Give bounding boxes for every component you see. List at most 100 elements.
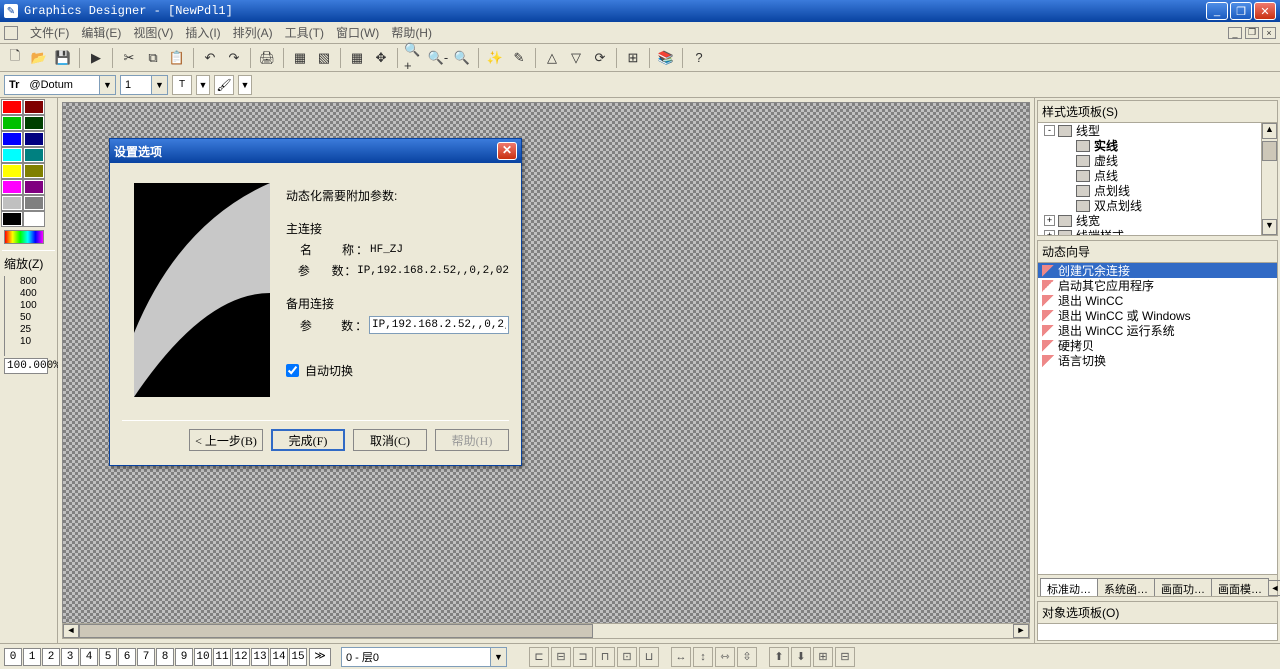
- fontsize-combo[interactable]: 1 ▼: [120, 75, 168, 95]
- wizard-tab[interactable]: 画面模…: [1211, 578, 1269, 596]
- minimize-button[interactable]: _: [1206, 2, 1228, 20]
- fill-color-picker[interactable]: 🖌: [214, 75, 234, 95]
- tree-row[interactable]: +线宽: [1038, 213, 1261, 228]
- dist-h-icon[interactable]: ↔: [671, 647, 691, 667]
- color-swatch[interactable]: [24, 148, 44, 162]
- layer-combo[interactable]: 0 - 层0 ▼: [341, 647, 507, 667]
- layer-tab[interactable]: 13: [251, 648, 269, 666]
- text-color-arrow[interactable]: ▼: [196, 75, 210, 95]
- help-button[interactable]: ?: [688, 47, 710, 69]
- menu-item[interactable]: 编辑(E): [75, 22, 127, 43]
- help-button[interactable]: 帮助(H): [435, 429, 509, 451]
- wizard-tab[interactable]: 系统函…: [1097, 578, 1155, 596]
- wizard-tab[interactable]: 画面功…: [1154, 578, 1212, 596]
- text-color-picker[interactable]: T: [172, 75, 192, 95]
- ungroup-icon[interactable]: ⊟: [835, 647, 855, 667]
- align-middle-icon[interactable]: ⊡: [617, 647, 637, 667]
- restore-button[interactable]: ❐: [1230, 2, 1252, 20]
- tree-row[interactable]: 双点划线: [1038, 198, 1261, 213]
- align-center-h-icon[interactable]: ⊟: [551, 647, 571, 667]
- zoomin-button[interactable]: 🔍+: [403, 47, 425, 69]
- color-swatch[interactable]: [24, 196, 44, 210]
- grid-toggle-button[interactable]: ▦: [346, 47, 368, 69]
- tree-row[interactable]: +线端样式: [1038, 228, 1261, 235]
- menu-item[interactable]: 视图(V): [127, 22, 179, 43]
- more-layers-button[interactable]: ≫: [309, 648, 331, 666]
- save-button[interactable]: 💾: [52, 47, 74, 69]
- style-tree[interactable]: -线型实线虚线点线点划线双点划线+线宽+线端样式 ▲ ▼: [1038, 123, 1277, 235]
- menu-item[interactable]: 帮助(H): [385, 22, 438, 43]
- flip-h-button[interactable]: △: [541, 47, 563, 69]
- edit-button[interactable]: ✎: [508, 47, 530, 69]
- mdi-close-icon[interactable]: ×: [1262, 27, 1276, 39]
- layer-tab[interactable]: 14: [270, 648, 288, 666]
- menu-item[interactable]: 窗口(W): [330, 22, 385, 43]
- color-swatch[interactable]: [24, 132, 44, 146]
- zoomfit-button[interactable]: 🔍: [451, 47, 473, 69]
- lib-button[interactable]: 📚: [655, 47, 677, 69]
- menu-item[interactable]: 插入(I): [179, 22, 226, 43]
- send-back-icon[interactable]: ⬇: [791, 647, 811, 667]
- scroll-left-icon[interactable]: ◄: [63, 624, 79, 638]
- auto-switch-check[interactable]: [286, 364, 299, 377]
- zoom-slider[interactable]: 800400100502510: [4, 276, 55, 356]
- wizard-item[interactable]: 启动其它应用程序: [1038, 278, 1277, 293]
- tree-row[interactable]: 实线: [1038, 138, 1261, 153]
- props-button[interactable]: ⊞: [622, 47, 644, 69]
- wizard-item[interactable]: 硬拷贝: [1038, 338, 1277, 353]
- paste-button[interactable]: 📋: [166, 47, 188, 69]
- layer-tab[interactable]: 4: [80, 648, 98, 666]
- object-panel-body[interactable]: [1038, 624, 1277, 640]
- wand-button[interactable]: ✨: [484, 47, 506, 69]
- color-swatch[interactable]: [2, 148, 22, 162]
- run-button[interactable]: ▶: [85, 47, 107, 69]
- horizontal-scrollbar[interactable]: ◄ ►: [62, 623, 1030, 639]
- bring-front-icon[interactable]: ⬆: [769, 647, 789, 667]
- layer-tab[interactable]: 5: [99, 648, 117, 666]
- dialog-titlebar[interactable]: 设置选项 ✕: [110, 139, 521, 163]
- color-swatch[interactable]: [2, 132, 22, 146]
- layer-tab[interactable]: 15: [289, 648, 307, 666]
- menu-item[interactable]: 文件(F): [24, 22, 75, 43]
- snap-button[interactable]: ✥: [370, 47, 392, 69]
- layer-tab[interactable]: 12: [232, 648, 250, 666]
- menu-item[interactable]: 排列(A): [227, 22, 279, 43]
- align-left-icon[interactable]: ⊏: [529, 647, 549, 667]
- layer-tab[interactable]: 8: [156, 648, 174, 666]
- mdi-restore-icon[interactable]: ❐: [1245, 27, 1259, 39]
- print-button[interactable]: 🖨: [256, 47, 278, 69]
- cancel-button[interactable]: 取消(C): [353, 429, 427, 451]
- tree-row[interactable]: -线型: [1038, 123, 1261, 138]
- color-swatch[interactable]: [2, 196, 22, 210]
- wizard-item[interactable]: 创建冗余连接: [1038, 263, 1277, 278]
- dialog-close-button[interactable]: ✕: [497, 142, 517, 160]
- grid2-button[interactable]: ▧: [313, 47, 335, 69]
- color-swatch[interactable]: [2, 164, 22, 178]
- tree-row[interactable]: 虚线: [1038, 153, 1261, 168]
- color-swatch[interactable]: [2, 100, 22, 114]
- zoomout-button[interactable]: 🔍-: [427, 47, 449, 69]
- layer-tab[interactable]: 11: [213, 648, 231, 666]
- tree-row[interactable]: 点线: [1038, 168, 1261, 183]
- layer-tab[interactable]: 7: [137, 648, 155, 666]
- expand-icon[interactable]: +: [1044, 230, 1055, 235]
- color-swatch[interactable]: [2, 116, 22, 130]
- zoom-value[interactable]: 100.000%: [4, 358, 48, 374]
- layer-tab[interactable]: 0: [4, 648, 22, 666]
- chevron-down-icon[interactable]: ▼: [490, 648, 506, 666]
- chevron-down-icon[interactable]: ▼: [151, 76, 167, 94]
- color-swatch[interactable]: [24, 180, 44, 194]
- menu-item[interactable]: 工具(T): [279, 22, 330, 43]
- redo-button[interactable]: ↷: [223, 47, 245, 69]
- close-button[interactable]: ✕: [1254, 2, 1276, 20]
- same-width-icon[interactable]: ⇿: [715, 647, 735, 667]
- wizard-item[interactable]: 语言切换: [1038, 353, 1277, 368]
- wizard-item[interactable]: 退出 WinCC: [1038, 293, 1277, 308]
- mdi-minimize-icon[interactable]: _: [1228, 27, 1242, 39]
- color-swatch[interactable]: [24, 116, 44, 130]
- color-swatch[interactable]: [24, 164, 44, 178]
- fill-color-arrow[interactable]: ▼: [238, 75, 252, 95]
- color-swatch[interactable]: [2, 212, 22, 226]
- align-bottom-icon[interactable]: ⊔: [639, 647, 659, 667]
- grid1-button[interactable]: ▦: [289, 47, 311, 69]
